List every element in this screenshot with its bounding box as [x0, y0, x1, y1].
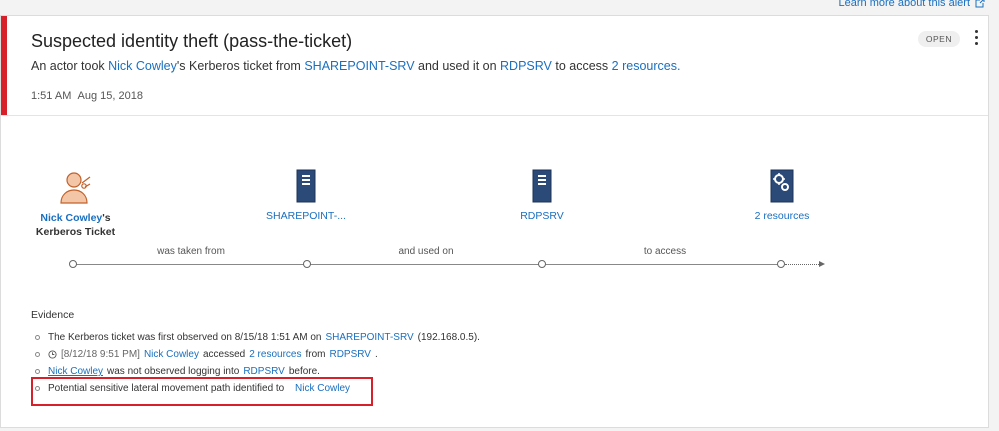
evidence-item: The Kerberos ticket was first observed o…: [35, 332, 480, 343]
flow-arrow-icon: [819, 261, 825, 267]
ev-text: before.: [288, 366, 320, 377]
desc-text-4: to access: [551, 59, 612, 73]
bullet-icon: [35, 335, 40, 340]
alert-card: Suspected identity theft (pass-the-ticke…: [0, 15, 989, 428]
highlight-annotation: [31, 377, 373, 406]
alert-date: Aug 15, 2018: [77, 90, 143, 102]
evidence-item: Nick Cowley was not observed logging int…: [35, 366, 320, 377]
flow-point-target: [538, 260, 546, 268]
node-actor-link[interactable]: Nick Cowley: [40, 212, 102, 224]
flow-point-resources: [777, 260, 785, 268]
flow-node-source: SHAREPOINT-...: [256, 169, 356, 223]
alert-timestamp: 1:51 AM Aug 15, 2018: [31, 90, 143, 102]
server-icon: [532, 169, 552, 203]
severity-bar: [1, 16, 7, 115]
evidence-title: Evidence: [31, 309, 75, 321]
flow-node-target: RDPSRV: [492, 169, 592, 223]
evidence-item: [8/12/18 9:51 PM] Nick Cowley accessed 2…: [35, 349, 378, 360]
bullet-icon: [35, 369, 40, 374]
alert-title: Suspected identity theft (pass-the-ticke…: [31, 31, 353, 51]
ev-link-resources[interactable]: 2 resources: [249, 349, 301, 360]
flow-continuation: [785, 264, 819, 265]
node-actor-sub: Kerberos Ticket: [35, 226, 116, 238]
gears-icon: [770, 169, 794, 203]
learn-more-link[interactable]: Learn more about this alert: [839, 0, 985, 9]
ev-text: from: [305, 349, 326, 360]
target-link[interactable]: RDPSRV: [500, 59, 552, 73]
edge-label-used: and used on: [398, 246, 454, 257]
node-source-link[interactable]: SHAREPOINT-...: [266, 210, 346, 222]
node-target-link[interactable]: RDPSRV: [520, 210, 564, 222]
edge-label-taken: was taken from: [157, 246, 225, 257]
ev-link-target[interactable]: RDPSRV: [243, 366, 285, 377]
flow-point-source: [303, 260, 311, 268]
flow-point-actor: [69, 260, 77, 268]
resources-link[interactable]: 2 resources.: [612, 59, 681, 73]
ev-text: was not observed logging into: [107, 366, 240, 377]
ev-link-target[interactable]: RDPSRV: [329, 349, 371, 360]
ev-text: [8/12/18 9:51 PM]: [61, 349, 140, 360]
ev-text: accessed: [202, 349, 246, 360]
alert-description: An actor took Nick Cowley's Kerberos tic…: [31, 59, 680, 73]
clock-icon: [48, 350, 57, 359]
alert-time: 1:51 AM: [31, 90, 72, 102]
node-resources-link[interactable]: 2 resources: [755, 210, 810, 222]
ev-link-source[interactable]: SHAREPOINT-SRV: [325, 332, 413, 343]
flow-line: [73, 264, 781, 265]
desc-text-1: An actor took: [31, 59, 109, 73]
alert-header: Suspected identity theft (pass-the-ticke…: [1, 16, 988, 116]
desc-text-3: and used it on: [414, 59, 501, 73]
ev-link-actor[interactable]: Nick Cowley: [48, 366, 103, 377]
server-icon: [296, 169, 316, 203]
desc-text-2: 's Kerberos ticket from: [176, 59, 305, 73]
learn-more-label: Learn more about this alert: [838, 0, 970, 9]
ev-text: The Kerberos ticket was first observed o…: [48, 332, 322, 343]
source-link[interactable]: SHAREPOINT-SRV: [304, 59, 414, 73]
status-badge: OPEN: [917, 31, 960, 47]
more-options-icon[interactable]: [972, 28, 980, 46]
external-link-icon: [975, 0, 985, 8]
user-ticket-icon: [59, 172, 90, 204]
bullet-icon: [35, 352, 40, 357]
actor-link[interactable]: Nick Cowley: [108, 59, 177, 73]
ev-link-actor[interactable]: Nick Cowley: [144, 349, 199, 360]
ev-text: (192.168.0.5).: [417, 332, 480, 343]
flow-node-resources: 2 resources: [732, 169, 832, 223]
ev-text: .: [374, 349, 378, 360]
edge-label-access: to access: [643, 246, 687, 257]
flow-node-actor: Nick Cowley's Kerberos Ticket: [23, 169, 128, 239]
node-actor-suffix: 's: [102, 212, 111, 224]
